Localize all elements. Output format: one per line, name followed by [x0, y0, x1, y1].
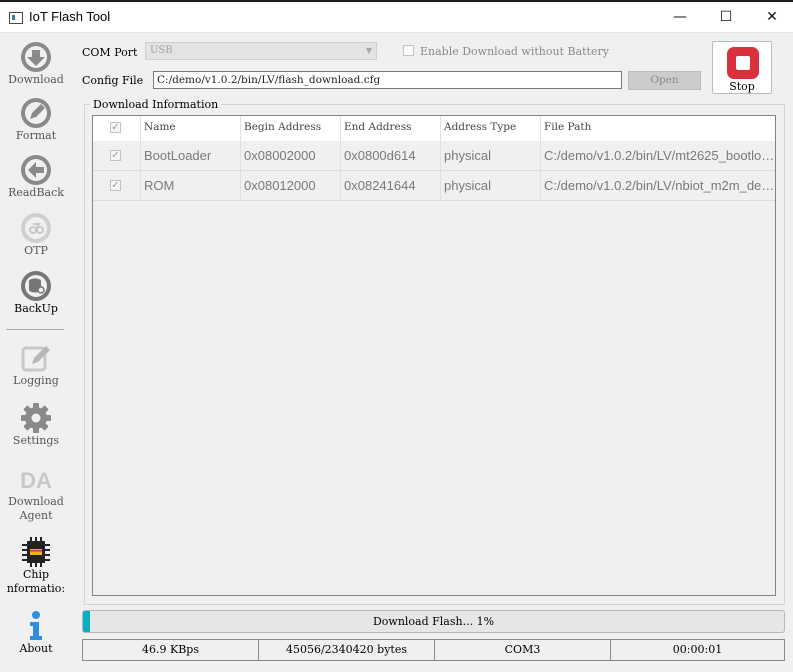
- sidebar-item-label: About: [19, 642, 53, 655]
- sidebar-item-settings[interactable]: Settings: [0, 402, 72, 448]
- com-port-select[interactable]: USB ▼: [145, 42, 377, 60]
- sidebar-item-label: Download: [8, 495, 64, 508]
- row-end-address: 0x08241644: [341, 171, 441, 200]
- sidebar-item-label: ReadBack: [8, 186, 64, 199]
- row-file-path: C:/demo/v1.0.2/bin/LV/mt2625_bootloader.…: [544, 148, 775, 163]
- status-port: COM3: [435, 640, 611, 660]
- backup-icon: [21, 271, 51, 301]
- sidebar-item-label: BackUp: [14, 302, 58, 315]
- app-icon: [9, 12, 23, 24]
- sidebar-item-label: Agent: [19, 509, 53, 522]
- column-header-begin-address[interactable]: Begin Address: [241, 116, 341, 141]
- stop-label: Stop: [729, 80, 755, 93]
- download-agent-icon: DA: [20, 468, 52, 493]
- enable-without-battery-label: Enable Download without Battery: [420, 45, 609, 58]
- chevron-down-icon: ▼: [365, 46, 372, 55]
- sidebar-divider: [6, 329, 64, 330]
- progress-text: Download Flash... 1%: [372, 615, 495, 628]
- row-check-cell: ✓: [93, 171, 141, 200]
- row-address-type: physical: [441, 171, 541, 200]
- row-begin-address: 0x08012000: [241, 171, 341, 200]
- sidebar-item-download-agent[interactable]: DA Download Agent: [0, 467, 72, 523]
- maximize-button[interactable]: ☐: [703, 2, 749, 32]
- sidebar-item-about[interactable]: About: [0, 610, 72, 656]
- sidebar-item-label: Format: [15, 129, 57, 142]
- row-address-type: physical: [441, 141, 541, 170]
- sidebar: Download Format ReadBack OTP BackUp Logg…: [0, 33, 72, 672]
- status-bar: 46.9 KBps 45056/2340420 bytes COM3 00:00…: [82, 639, 785, 661]
- config-file-input[interactable]: C:/demo/v1.0.2/bin/LV/flash_download.cfg: [153, 71, 622, 89]
- table-header: ✓ Name Begin Address End Address Address…: [93, 116, 775, 142]
- sidebar-item-download[interactable]: Download: [0, 41, 72, 87]
- sidebar-item-label: Settings: [12, 434, 60, 447]
- close-button[interactable]: ✕: [749, 2, 793, 32]
- row-checkbox[interactable]: ✓: [110, 150, 121, 161]
- stop-icon: [727, 47, 759, 79]
- window-title: IoT Flash Tool: [29, 9, 111, 24]
- sidebar-item-format[interactable]: Format: [0, 97, 72, 143]
- sidebar-item-otp[interactable]: OTP: [0, 212, 72, 258]
- column-header-name[interactable]: Name: [141, 116, 241, 141]
- status-elapsed: 00:00:01: [672, 643, 723, 656]
- download-table: ✓ Name Begin Address End Address Address…: [92, 115, 776, 596]
- row-file-path: C:/demo/v1.0.2/bin/LV/nbiot_m2m_demo.bin: [544, 178, 775, 193]
- row-checkbox[interactable]: ✓: [110, 180, 121, 191]
- sidebar-item-logging[interactable]: Logging: [0, 342, 72, 388]
- sidebar-item-chip-information[interactable]: Chip nformatio:: [0, 536, 72, 596]
- select-all-checkbox[interactable]: ✓: [110, 122, 121, 133]
- download-progress-bar: Download Flash... 1%: [82, 610, 785, 633]
- otp-icon: [21, 213, 51, 243]
- table-row[interactable]: ✓ BootLoader 0x08002000 0x0800d614 physi…: [93, 141, 775, 171]
- com-port-label: COM Port: [82, 46, 138, 59]
- sidebar-item-label: Download: [8, 73, 64, 86]
- row-check-cell: ✓: [93, 141, 141, 170]
- title-bar: IoT Flash Tool — ☐ ✕: [0, 2, 793, 33]
- sidebar-item-backup[interactable]: BackUp: [0, 270, 72, 316]
- readback-icon: [21, 155, 51, 185]
- sidebar-item-label: nformatio:: [6, 582, 66, 595]
- row-end-address: 0x0800d614: [341, 141, 441, 170]
- column-header-address-type[interactable]: Address Type: [441, 116, 541, 141]
- column-header-end-address[interactable]: End Address: [341, 116, 441, 141]
- download-information-title: Download Information: [90, 98, 222, 111]
- header-select-all: ✓: [93, 116, 141, 141]
- download-icon: [21, 42, 51, 72]
- sidebar-item-label: OTP: [24, 244, 48, 257]
- table-row[interactable]: ✓ ROM 0x08012000 0x08241644 physical C:/…: [93, 171, 775, 201]
- config-file-label: Config File: [82, 74, 144, 87]
- column-header-file-path[interactable]: File Path: [541, 116, 775, 141]
- row-begin-address: 0x08002000: [241, 141, 341, 170]
- sidebar-item-readback[interactable]: ReadBack: [0, 154, 72, 200]
- chip-icon: [22, 537, 50, 567]
- info-icon: [30, 611, 42, 640]
- sidebar-item-label: Chip: [22, 568, 50, 581]
- row-name: BootLoader: [141, 141, 241, 170]
- status-speed: 46.9 KBps: [83, 640, 259, 660]
- sidebar-item-label: Logging: [13, 374, 59, 387]
- enable-without-battery-checkbox[interactable]: [403, 45, 414, 56]
- minimize-button[interactable]: —: [657, 2, 703, 32]
- logging-icon: [21, 346, 50, 372]
- gear-icon: [21, 403, 51, 433]
- open-button[interactable]: Open: [628, 71, 701, 90]
- row-name: ROM: [141, 171, 241, 200]
- format-icon: [21, 98, 51, 128]
- stop-button[interactable]: Stop: [712, 41, 772, 94]
- com-port-value: USB: [150, 45, 173, 56]
- status-bytes: 45056/2340420 bytes: [259, 640, 435, 660]
